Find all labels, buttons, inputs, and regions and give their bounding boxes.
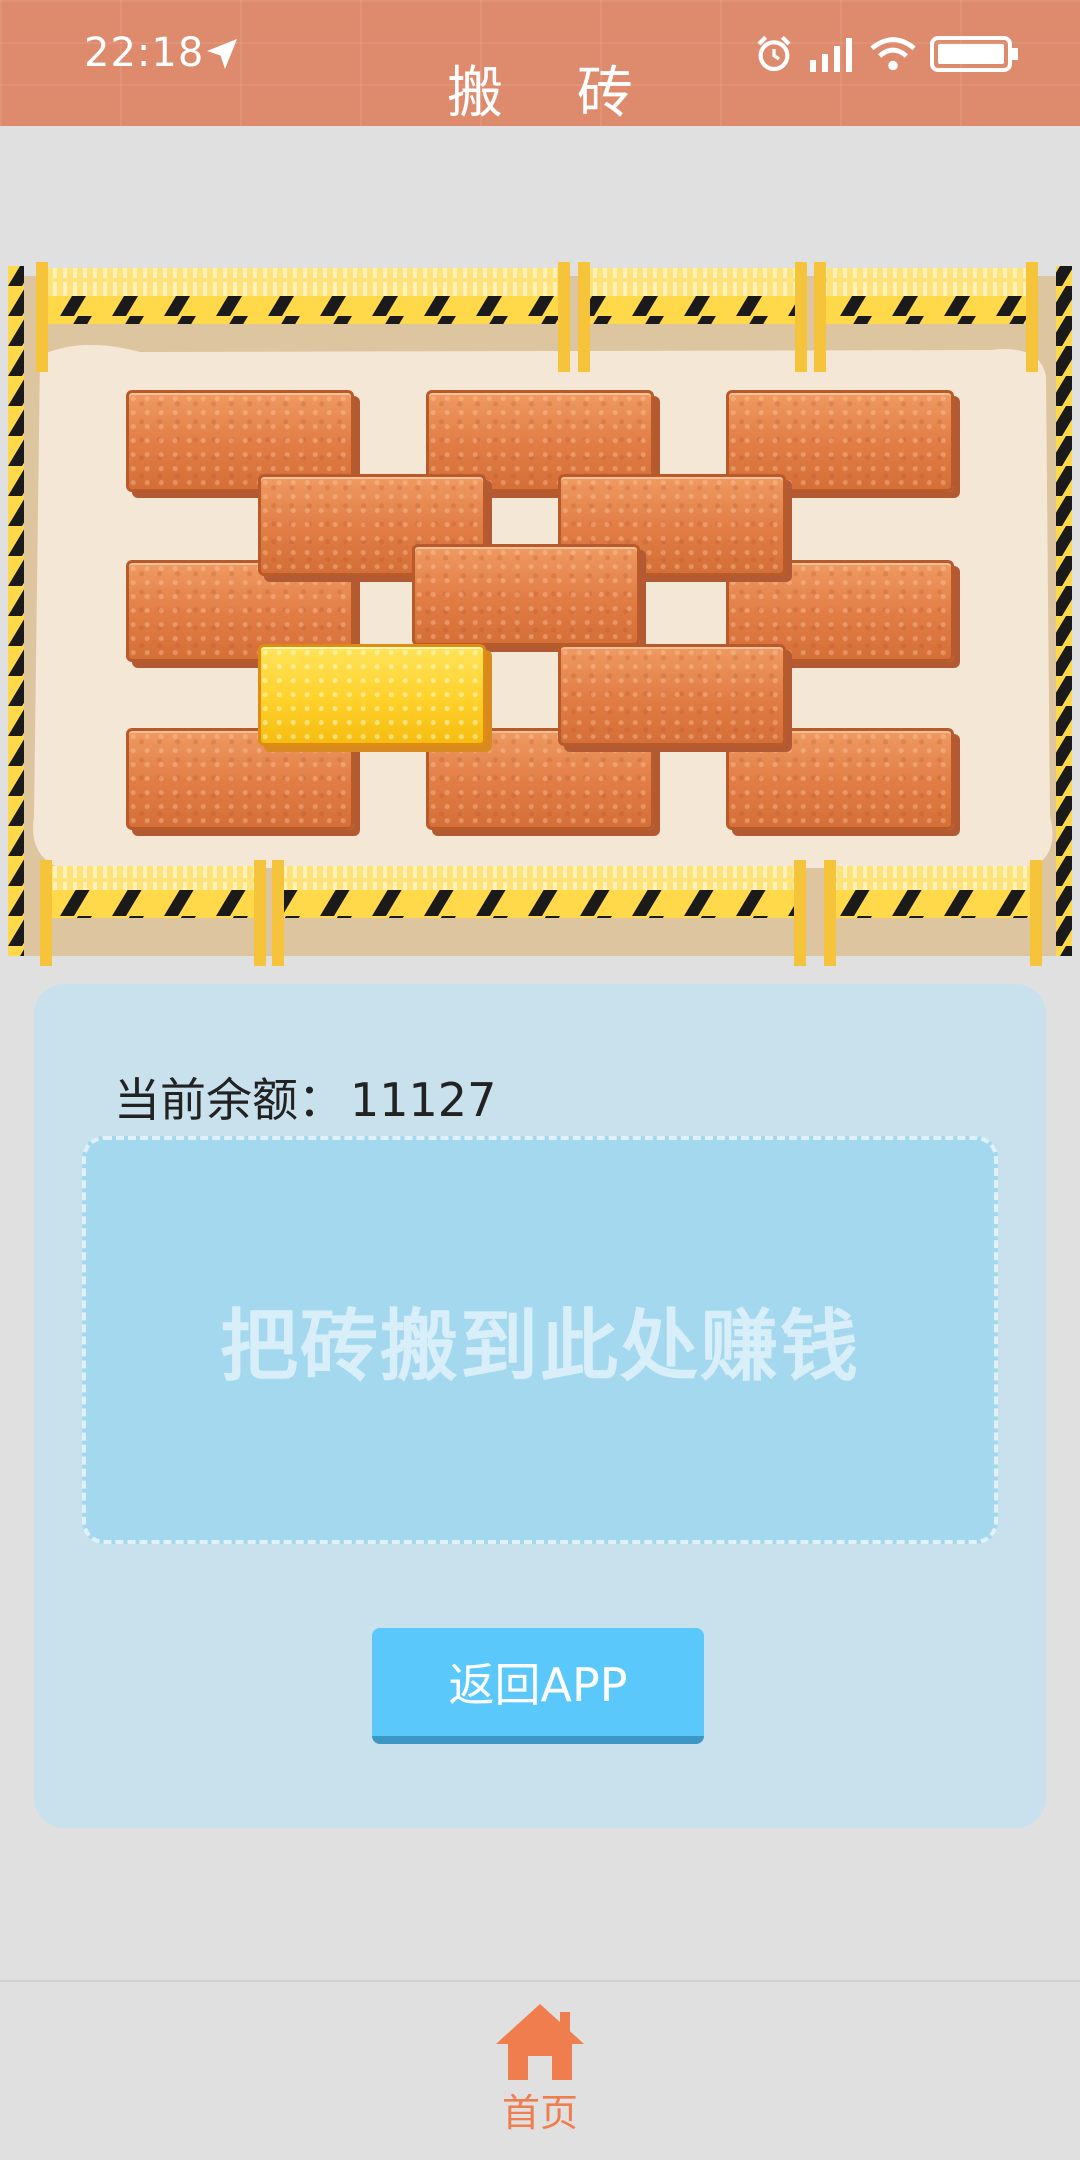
page: 22:18 搬 砖 当前余额： 11127 把砖搬到此处赚钱 返回APP 首页 [0, 0, 1080, 2160]
home-icon [496, 2004, 584, 2080]
drop-zone-text: 把砖搬到此处赚钱 [219, 1302, 860, 1392]
nav-label-home: 首页 [501, 2091, 578, 2135]
balance-value: 11127 [350, 1073, 497, 1127]
balance-label: 当前余额： [114, 1073, 344, 1127]
nav-item-home[interactable]: 首页 [490, 1992, 590, 2142]
brick[interactable] [558, 644, 786, 746]
page-title: 搬 砖 [447, 61, 661, 126]
bottom-nav: 首页 [0, 1980, 1080, 2160]
brick[interactable] [412, 544, 640, 646]
header-bar: 22:18 搬 砖 [0, 0, 1080, 126]
brick-game-area [0, 256, 1080, 968]
return-app-button[interactable]: 返回APP [372, 1628, 704, 1744]
balance-row: 当前余额： 11127 [114, 1064, 496, 1130]
gold-brick[interactable] [258, 644, 486, 746]
brick-drop-zone[interactable]: 把砖搬到此处赚钱 [82, 1136, 998, 1544]
